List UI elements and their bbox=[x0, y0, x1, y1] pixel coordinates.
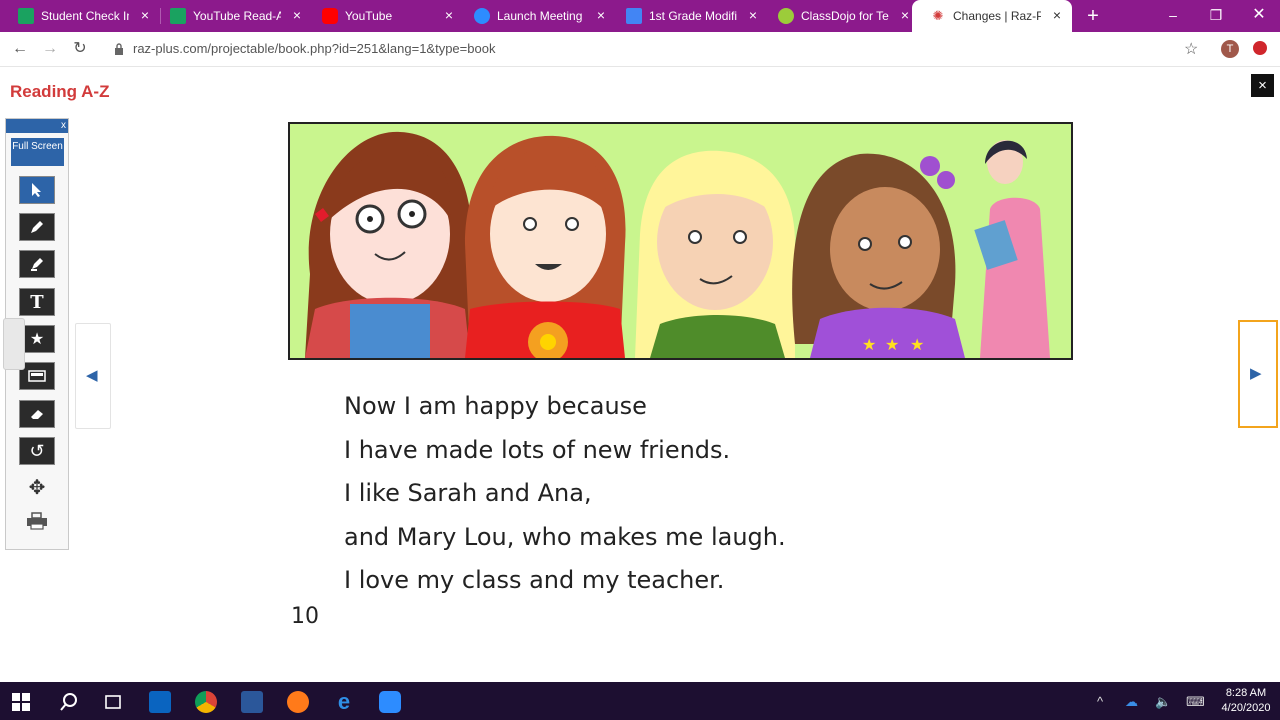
razplus-icon: ✺ bbox=[932, 8, 944, 23]
close-tab-icon[interactable]: × bbox=[138, 8, 152, 22]
plus-doc-icon bbox=[170, 8, 186, 24]
star-icon: ★ bbox=[29, 331, 45, 348]
lock-icon bbox=[115, 43, 123, 55]
close-tab-icon[interactable]: × bbox=[898, 8, 912, 22]
profile-avatar[interactable]: T bbox=[1221, 40, 1239, 58]
zoom-app-icon[interactable] bbox=[379, 691, 401, 713]
task-view-icon[interactable] bbox=[102, 691, 124, 713]
tab-changes-raz-plus[interactable]: ✺ Changes | Raz-Plu × bbox=[912, 0, 1072, 32]
close-tab-icon[interactable]: × bbox=[442, 8, 456, 22]
youtube-icon bbox=[322, 8, 338, 24]
taskbar-clock[interactable]: 8:28 AM 4/20/2020 bbox=[1218, 686, 1274, 716]
text-tool[interactable]: T bbox=[19, 288, 55, 316]
tab-youtube-read-aloud[interactable]: YouTube Read-Alo × bbox=[152, 0, 312, 32]
eraser-icon bbox=[31, 410, 43, 419]
move-arrows-icon: ✥ bbox=[28, 476, 46, 499]
tool-panel-header: x bbox=[6, 119, 68, 133]
browser-toolbar: ← → ↻ raz-plus.com/projectable/book.php?… bbox=[0, 32, 1280, 67]
windows-taskbar: e ^ ☁ 🔈 ⌨ 8:28 AM 4/20/2020 bbox=[0, 682, 1280, 720]
move-tool[interactable]: ✥ bbox=[19, 473, 55, 501]
forward-button[interactable]: → bbox=[40, 39, 60, 59]
outlook-icon[interactable] bbox=[149, 691, 171, 713]
firefox-icon[interactable] bbox=[287, 691, 309, 713]
highlighter-tool[interactable] bbox=[19, 250, 55, 278]
four-girls-and-teacher-illustration: ★ ★ ★ bbox=[290, 124, 1071, 358]
story-line: I love my class and my teacher. bbox=[344, 566, 725, 594]
story-text: Now I am happy because I have made lots … bbox=[344, 388, 786, 606]
story-line: Now I am happy because bbox=[344, 392, 647, 420]
back-button[interactable]: ← bbox=[10, 39, 30, 59]
close-tab-icon[interactable]: × bbox=[746, 8, 760, 22]
tool-panel-close[interactable]: x bbox=[61, 119, 66, 133]
print-tool[interactable] bbox=[19, 507, 55, 535]
tab-title: Student Check In | bbox=[41, 9, 129, 23]
bookmark-star-icon[interactable]: ☆ bbox=[1184, 39, 1198, 59]
tab-title: Launch Meeting - bbox=[497, 9, 585, 23]
tab-title: 1st Grade Modifie bbox=[649, 9, 737, 23]
show-hidden-icons-icon[interactable]: ^ bbox=[1097, 694, 1103, 709]
tab-student-check-in[interactable]: Student Check In | × bbox=[0, 0, 160, 32]
tab-1st-grade-modified[interactable]: 1st Grade Modifie × bbox=[608, 0, 768, 32]
word-icon[interactable] bbox=[241, 691, 263, 713]
onedrive-icon[interactable]: ☁ bbox=[1125, 694, 1138, 710]
docs-icon bbox=[626, 8, 642, 24]
tab-title: Changes | Raz-Plu bbox=[953, 9, 1041, 23]
tab-title: YouTube Read-Alo bbox=[193, 9, 281, 23]
panel-drag-handle[interactable] bbox=[3, 318, 25, 370]
story-line: and Mary Lou, who makes me laugh. bbox=[344, 522, 786, 551]
new-tab-button[interactable]: + bbox=[1083, 6, 1103, 26]
close-tab-icon[interactable]: × bbox=[1050, 8, 1064, 22]
page-number: 10 bbox=[291, 604, 319, 629]
minimize-button[interactable]: – bbox=[1158, 4, 1188, 26]
close-window-button[interactable]: ✕ bbox=[1244, 4, 1274, 26]
right-arrow-icon: ▶ bbox=[1250, 365, 1262, 382]
classdojo-icon bbox=[778, 8, 794, 24]
tab-title: YouTube bbox=[345, 9, 393, 23]
next-page-button[interactable]: ▶ bbox=[1238, 320, 1278, 428]
keyboard-icon[interactable]: ⌨ bbox=[1186, 694, 1205, 710]
close-book-button[interactable]: × bbox=[1251, 74, 1274, 97]
zoom-icon bbox=[474, 8, 490, 24]
story-line: I have made lots of new friends. bbox=[344, 435, 731, 464]
tab-classdojo[interactable]: ClassDojo for Teac × bbox=[760, 0, 920, 32]
highlighter-icon bbox=[31, 258, 43, 271]
edge-icon[interactable]: e bbox=[333, 691, 355, 713]
clock-time: 8:28 AM bbox=[1225, 687, 1267, 699]
chrome-icon[interactable] bbox=[195, 691, 217, 713]
volume-icon[interactable]: 🔈 bbox=[1155, 694, 1171, 710]
mask-icon bbox=[28, 370, 46, 382]
svg-text:★: ★ bbox=[910, 337, 924, 354]
tab-title: ClassDojo for Teac bbox=[801, 9, 889, 23]
url-field[interactable]: raz-plus.com/projectable/book.php?id=251… bbox=[133, 41, 495, 56]
full-screen-button[interactable]: Full Screen bbox=[11, 138, 64, 166]
pointer-icon bbox=[32, 183, 41, 197]
pencil-icon bbox=[31, 221, 43, 233]
restore-button[interactable]: ❐ bbox=[1201, 4, 1231, 26]
pointer-tool[interactable] bbox=[19, 176, 55, 204]
tab-youtube[interactable]: YouTube × bbox=[304, 0, 464, 32]
svg-text:★: ★ bbox=[862, 337, 876, 354]
clock-date: 4/20/2020 bbox=[1221, 702, 1271, 714]
book-illustration: ★ ★ ★ bbox=[288, 122, 1073, 360]
pen-tool[interactable] bbox=[19, 213, 55, 241]
plus-doc-icon bbox=[18, 8, 34, 24]
tab-launch-meeting[interactable]: Launch Meeting - × bbox=[456, 0, 616, 32]
reload-button[interactable]: ↻ bbox=[70, 39, 90, 59]
reading-az-logo: Reading A-Z bbox=[10, 82, 110, 101]
close-tab-icon[interactable]: × bbox=[594, 8, 608, 22]
undo-icon: ↺ bbox=[29, 440, 45, 461]
extension-icon[interactable] bbox=[1253, 41, 1267, 55]
windows-start-icon[interactable] bbox=[12, 693, 30, 711]
left-arrow-icon: ◀ bbox=[86, 367, 98, 384]
previous-page-button[interactable]: ◀ bbox=[75, 323, 111, 429]
tab-strip: Student Check In | × YouTube Read-Alo × … bbox=[0, 0, 1280, 32]
svg-text:★: ★ bbox=[885, 337, 899, 354]
close-tab-icon[interactable]: × bbox=[290, 8, 304, 22]
search-icon[interactable] bbox=[58, 691, 80, 713]
story-line: I like Sarah and Ana, bbox=[344, 479, 592, 507]
eraser-tool[interactable] bbox=[19, 400, 55, 428]
undo-tool[interactable]: ↺ bbox=[19, 437, 55, 465]
printer-icon bbox=[27, 512, 47, 530]
